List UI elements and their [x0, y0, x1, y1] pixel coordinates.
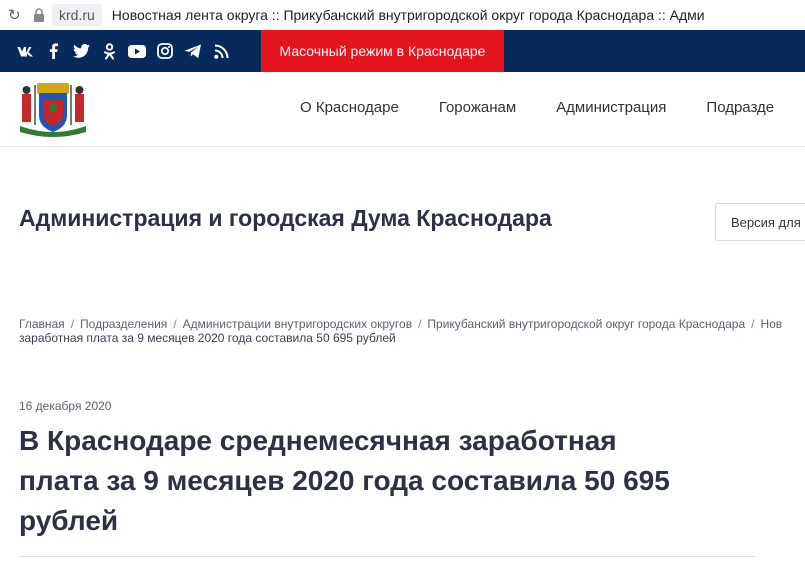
facebook-icon[interactable] [44, 42, 62, 60]
lock-icon[interactable] [33, 8, 45, 22]
headline-line: рублей [19, 505, 119, 536]
headline-line: В Краснодаре среднемесячная заработная [19, 425, 617, 456]
breadcrumb-separator: / [70, 317, 75, 331]
site-title: Администрация и городская Дума Краснодар… [19, 205, 552, 231]
article-headline: В Краснодаре среднемесячная заработная п… [19, 421, 759, 541]
divider [19, 556, 755, 557]
twitter-icon[interactable] [72, 42, 90, 60]
breadcrumb-news[interactable]: Нов [760, 317, 782, 331]
rss-icon[interactable] [212, 42, 230, 60]
breadcrumb-current: заработная плата за 9 месяцев 2020 года … [19, 331, 396, 345]
nav-item-administration[interactable]: Администрация [556, 99, 666, 116]
url-domain[interactable]: krd.ru [52, 4, 102, 26]
main-navbar: О Краснодаре Горожанам Администрация Под… [0, 72, 805, 147]
breadcrumb-separator: / [751, 317, 755, 331]
mask-mode-button[interactable]: Масочный режим в Краснодаре [261, 30, 504, 72]
vk-icon[interactable] [16, 42, 34, 60]
top-bar: Масочный режим в Краснодаре [0, 30, 805, 72]
breadcrumb-separator: / [418, 317, 422, 331]
youtube-icon[interactable] [128, 42, 146, 60]
breadcrumb-home[interactable]: Главная [19, 317, 65, 331]
nav-item-about[interactable]: О Краснодаре [300, 99, 399, 116]
accessibility-version-button[interactable]: Версия для [715, 203, 805, 241]
social-links [16, 42, 240, 60]
breadcrumb-divisions[interactable]: Подразделения [80, 317, 167, 331]
breadcrumb-district-administrations[interactable]: Администрации внутригородских округов [183, 317, 412, 331]
breadcrumb-separator: / [173, 317, 177, 331]
article-date: 16 декабря 2020 [19, 399, 112, 413]
nav-item-divisions[interactable]: Подразде [706, 99, 774, 116]
breadcrumb-prikubansky-district[interactable]: Прикубанский внутригородской округ город… [427, 317, 745, 331]
browser-address-bar: ↻ krd.ru Новостная лента округа :: Прику… [0, 0, 805, 30]
instagram-icon[interactable] [156, 42, 174, 60]
odnoklassniki-icon[interactable] [100, 42, 118, 60]
nav-item-citizens[interactable]: Горожанам [439, 99, 516, 116]
telegram-icon[interactable] [184, 42, 202, 60]
page-tab-title: Новостная лента округа :: Прикубанский в… [111, 7, 705, 23]
main-nav: О Краснодаре Горожанам Администрация Под… [300, 99, 805, 116]
breadcrumb: Главная / Подразделения / Администрации внут… [19, 317, 805, 331]
headline-line: плата за 9 месяцев 2020 года составила 5… [19, 465, 670, 496]
krasnodar-coat-of-arms-logo[interactable] [17, 80, 89, 138]
reload-icon[interactable]: ↻ [8, 6, 21, 24]
